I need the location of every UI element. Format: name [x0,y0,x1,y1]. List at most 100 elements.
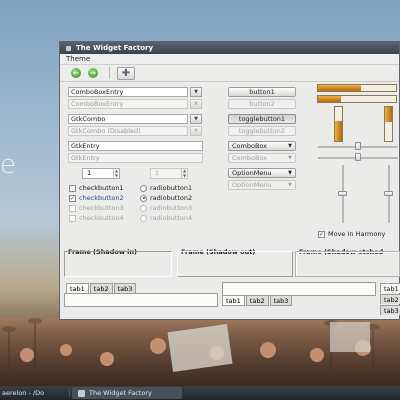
radiobutton2[interactable]: radiobutton2 [140,194,192,202]
notebook-3-tab3[interactable]: tab3 [380,305,400,315]
gtkentry-disabled-input: GtkEntry [68,153,203,163]
checkbox-disabled-icon [69,214,76,222]
checkbox-checked-icon: ✓ [318,230,325,238]
checkbox-unchecked-icon [69,184,76,192]
chevron-down-icon: ▼ [288,143,292,149]
optionmenu-disabled-value: OptionMenu [232,181,272,189]
radiobutton4: radiobutton4 [140,214,192,222]
combobox-value: ComboBox [232,142,268,150]
toolbar-separator [109,67,110,79]
comboboxentry-input[interactable]: ComboBoxEntry [68,87,188,97]
button1[interactable]: button1 [228,87,296,97]
add-button[interactable]: ✚ [117,66,135,80]
notebook-3-tab1[interactable]: tab1 [380,283,400,293]
notebook-1-tab1[interactable]: tab1 [66,283,89,293]
progress-bar-horizontal-2 [317,95,397,103]
combobox[interactable]: ComboBox ▼ [228,141,296,151]
checkbutton1-label: checkbutton1 [79,184,124,192]
notebook-1-tab3[interactable]: tab3 [113,283,137,293]
notebook-2-tab2[interactable]: tab2 [245,296,269,306]
togglebutton1[interactable]: togglebutton1 [228,114,296,124]
desktop-crowd-photo [0,318,400,386]
notebook-3-tab2[interactable]: tab2 [380,294,400,304]
checkbox-disabled-icon [69,204,76,212]
move-in-harmony-checkbox[interactable]: ✓ Move In Harmony [318,230,385,238]
chevron-down-icon: ▼ [288,182,292,188]
progress-bar-vertical-2 [384,106,393,142]
radiobutton1[interactable]: radiobutton1 [140,184,192,192]
vscale-2-slider[interactable] [384,191,393,196]
gtkentry-input[interactable]: GtkEntry [68,141,203,151]
window-title: The Widget Factory [76,44,154,52]
desktop-background-text: e [0,150,16,180]
button2-disabled: button2 [228,99,296,109]
notebook-2-tab3[interactable]: tab3 [269,296,293,306]
chevron-down-icon: ▼ [288,170,292,176]
radiobutton1-label: radiobutton1 [150,184,193,192]
taskbar-item-widget-factory[interactable]: The Widget Factory [72,387,182,399]
taskbar-item-terminal-label: aerelon - /Do [2,389,45,397]
progress-bar-horizontal-1 [317,84,397,92]
window-icon [78,389,85,397]
checkbutton3-label: checkbutton3 [79,204,124,212]
radiobutton3-label: radiobutton3 [150,204,193,212]
progress-bar-vertical-1 [334,106,343,142]
hscale-2-slider[interactable] [355,153,361,161]
chevron-down-icon: ▼ [288,155,292,161]
comboboxentry-disabled-dropdown: ▼ [190,99,202,109]
radiobutton3: radiobutton3 [140,204,192,212]
radiobutton4-label: radiobutton4 [150,214,193,222]
checkbutton2[interactable]: ✓ checkbutton2 [69,194,124,202]
checkbutton4: checkbutton4 [69,214,124,222]
spinbutton-disabled-arrows: ▲ ▼ [181,168,187,178]
checkbox-checked-icon: ✓ [69,194,76,202]
gtkcombo-disabled-dropdown: ▼ [190,126,202,136]
checkbutton3: checkbutton3 [69,204,124,212]
notebook-2-tabs: tab1 tab2 tab3 [222,296,293,306]
menu-theme[interactable]: Theme [66,55,90,63]
optionmenu-disabled: OptionMenu ▼ [228,180,296,190]
notebook-1-tabs: tab1 tab2 tab3 [66,283,137,293]
spinbutton-arrows[interactable]: ▲ ▼ [113,168,119,178]
radio-disabled-icon [140,204,147,212]
spinbutton-disabled-value: 1 [155,169,160,177]
checkbutton2-label: checkbutton2 [79,194,124,202]
arrow-right-icon: → [88,68,98,78]
comboboxentry-dropdown-button[interactable]: ▼ [190,87,202,97]
taskbar: aerelon - /Do The Widget Factory [0,386,400,400]
vscale-1-slider[interactable] [338,191,347,196]
spinbutton-disabled: 1 ▲ ▼ [150,168,188,179]
frame-shadow-etched [295,251,400,277]
frame-shadow-in [64,251,172,277]
notebook-2-tab1[interactable]: tab1 [222,296,245,306]
notebook-2-pane [222,282,376,296]
combobox-disabled-value: ComboBox [232,154,268,162]
taskbar-item-terminal[interactable]: aerelon - /Do [0,389,70,397]
toolbar: ← → ✚ [60,65,399,82]
gtkcombo-input[interactable]: GtkCombo [68,114,188,124]
move-in-harmony-label: Move In Harmony [328,230,386,238]
frame-shadow-out [177,251,293,277]
menubar: Theme [60,54,399,65]
radio-selected-icon [140,194,147,202]
optionmenu-value: OptionMenu [232,169,272,177]
optionmenu[interactable]: OptionMenu ▼ [228,168,296,178]
combobox-disabled: ComboBox ▼ [228,153,296,163]
hscale-1-slider[interactable] [355,142,361,150]
togglebutton2-disabled: togglebutton2 [228,126,296,136]
radio-disabled-icon [140,214,147,222]
spinbutton[interactable]: 1 ▲ ▼ [82,168,120,179]
gtkcombo-dropdown-button[interactable]: ▼ [190,114,202,124]
comboboxentry-disabled-input: ComboBoxEntry [68,99,188,109]
notebook-3-tabs: tab1 tab2 tab3 [380,283,400,315]
window-titlebar[interactable]: The Widget Factory [60,42,399,54]
notebook-1-tab2[interactable]: tab2 [89,283,113,293]
spinbutton-value: 1 [87,169,92,177]
back-button[interactable]: ← [69,67,83,79]
taskbar-item-widget-factory-label: The Widget Factory [89,389,152,397]
forward-button[interactable]: → [86,67,100,79]
gtkcombo-disabled-input: GtkCombo (Disabled) [68,126,188,136]
window-menu-icon[interactable] [66,45,71,51]
checkbutton1[interactable]: checkbutton1 [69,184,124,192]
arrow-left-icon: ← [71,68,81,78]
